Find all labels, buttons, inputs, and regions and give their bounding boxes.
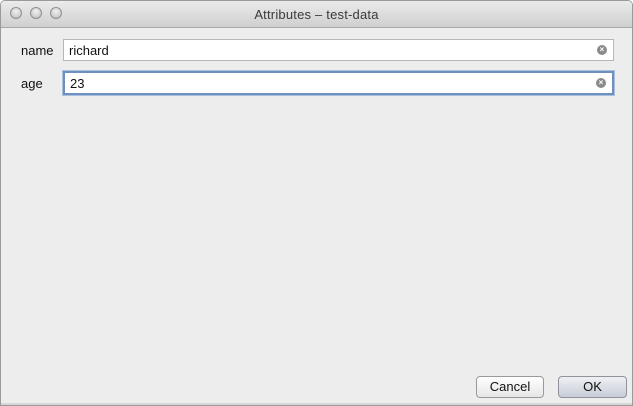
clear-age-icon[interactable]: × [596, 78, 606, 88]
age-input-value: 23 [70, 75, 85, 91]
window-bottom-edge [1, 403, 632, 405]
cancel-button[interactable]: Cancel [476, 376, 544, 398]
name-input[interactable]: richard × [63, 39, 614, 61]
ok-button[interactable]: OK [558, 376, 627, 398]
window-title: Attributes – test-data [254, 7, 379, 22]
titlebar: Attributes – test-data [1, 1, 632, 28]
attributes-dialog: Attributes – test-data name richard × ag… [0, 0, 633, 406]
name-input-value: richard [69, 42, 109, 58]
age-input[interactable]: 23 × [63, 71, 614, 95]
age-label: age [21, 76, 43, 91]
clear-name-icon[interactable]: × [597, 45, 607, 55]
name-label: name [21, 43, 54, 58]
